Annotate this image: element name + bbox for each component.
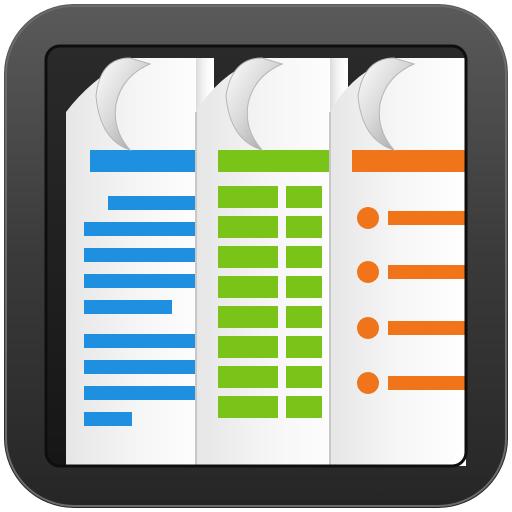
word-document bbox=[66, 57, 214, 466]
spreadsheet-document bbox=[195, 57, 348, 466]
presentation-document bbox=[329, 57, 466, 466]
documents-app-icon bbox=[4, 4, 508, 508]
spreadsheet-header-bar bbox=[218, 150, 348, 172]
presentation-header-bar bbox=[352, 150, 466, 172]
